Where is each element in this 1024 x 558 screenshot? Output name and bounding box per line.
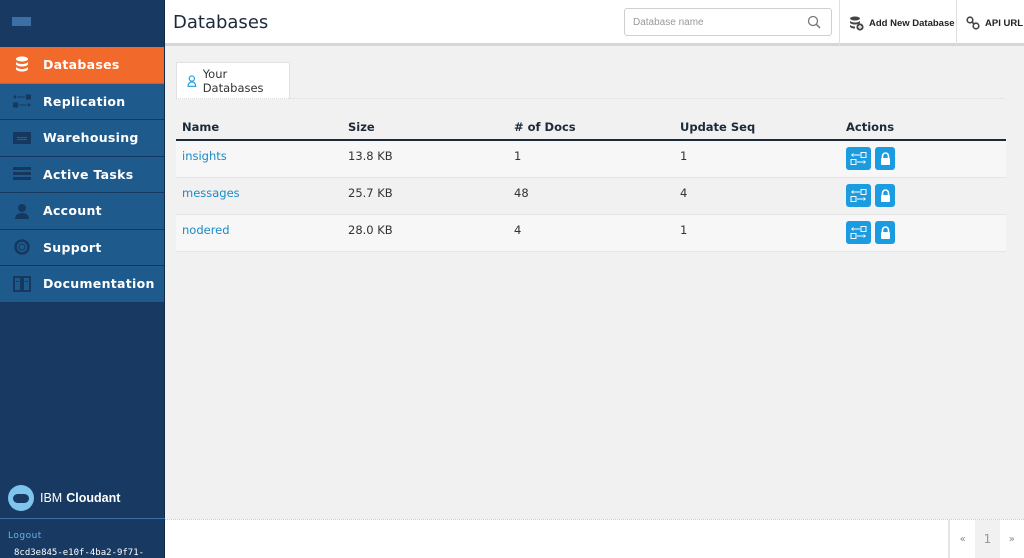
database-icon: [12, 56, 32, 74]
database-doc-count: 1: [514, 149, 522, 163]
table-header: Name Size # of Docs Update Seq Actions: [176, 114, 1006, 141]
database-size: 25.7 KB: [348, 186, 393, 200]
lock-icon: [880, 189, 890, 202]
hamburger-icon: [12, 16, 31, 31]
add-new-database-label: Add New Database: [869, 17, 955, 29]
database-doc-count: 48: [514, 186, 529, 200]
header: Databases Add New Database API URL: [165, 0, 1024, 46]
database-link[interactable]: messages: [182, 186, 240, 200]
lock-icon: [880, 152, 890, 165]
replicate-button[interactable]: [846, 221, 871, 244]
pagination-next[interactable]: »: [1000, 534, 1024, 545]
api-url-label: API URL: [985, 17, 1023, 29]
column-header-docs[interactable]: # of Docs: [508, 120, 674, 134]
replication-icon: [12, 92, 32, 110]
column-header-name[interactable]: Name: [176, 120, 342, 134]
user-icon: [12, 202, 32, 220]
footer: « 1 »: [165, 519, 1024, 558]
database-update-seq: 1: [680, 149, 688, 163]
search-icon[interactable]: [807, 15, 821, 29]
pagination: « 1 »: [948, 520, 1024, 558]
pagination-prev[interactable]: «: [950, 534, 975, 545]
database-link[interactable]: insights: [182, 149, 227, 163]
replicate-button[interactable]: [846, 184, 871, 207]
tasks-icon: [12, 165, 32, 183]
brand-prefix: IBM: [40, 491, 63, 505]
add-new-database-button[interactable]: Add New Database: [839, 0, 956, 46]
database-size: 13.8 KB: [348, 149, 393, 163]
api-url-button[interactable]: API URL: [956, 0, 1024, 46]
sidebar-item-account[interactable]: Account: [0, 193, 164, 230]
menu-toggle[interactable]: [0, 0, 164, 47]
table-row: messages 25.7 KB 48 4: [176, 178, 1006, 215]
sidebar-item-support[interactable]: Support: [0, 229, 164, 266]
permissions-button[interactable]: [875, 221, 895, 244]
replication-icon: [850, 226, 867, 239]
link-icon: [966, 16, 980, 30]
database-link[interactable]: nodered: [182, 223, 230, 237]
databases-table: Name Size # of Docs Update Seq Actions i…: [176, 114, 1006, 252]
tab-your-databases[interactable]: Your Databases: [176, 62, 290, 99]
brand-name: Cloudant: [66, 491, 121, 505]
sidebar-item-label: Databases: [43, 57, 120, 73]
row-actions: [846, 184, 1006, 207]
tab-label: Your Databases: [202, 67, 264, 95]
table-row: nodered 28.0 KB 4 1: [176, 215, 1006, 252]
row-actions: [846, 221, 1006, 244]
replication-icon: [850, 189, 867, 202]
account-id: 8cd3e845-e10f-4ba2-9f71-: [14, 548, 145, 558]
sidebar-item-label: Replication: [43, 93, 126, 109]
table-row: insights 13.8 KB 1 1: [176, 141, 1006, 178]
sidebar-item-label: Active Tasks: [43, 166, 134, 182]
sidebar: Databases Replication Warehousing Active…: [0, 0, 165, 558]
pagination-page[interactable]: 1: [975, 520, 1000, 558]
logout-link[interactable]: Logout: [8, 531, 42, 541]
column-header-update-seq[interactable]: Update Seq: [674, 120, 840, 134]
database-size: 28.0 KB: [348, 223, 393, 237]
row-actions: [846, 147, 1006, 170]
permissions-button[interactable]: [875, 184, 895, 207]
cloudant-logo-icon: [8, 485, 34, 511]
database-update-seq: 4: [680, 186, 688, 200]
lifebuoy-icon: [12, 238, 32, 256]
brand: IBM Cloudant: [8, 485, 120, 511]
replicate-button[interactable]: [846, 147, 871, 170]
sidebar-item-databases[interactable]: Databases: [0, 47, 164, 84]
sidebar-item-label: Warehousing: [43, 130, 139, 146]
column-header-size[interactable]: Size: [342, 120, 508, 134]
sidebar-item-active-tasks[interactable]: Active Tasks: [0, 156, 164, 193]
sidebar-item-documentation[interactable]: Documentation: [0, 266, 164, 303]
sidebar-item-warehousing[interactable]: Warehousing: [0, 120, 164, 157]
warehouse-icon: [12, 129, 32, 147]
permissions-button[interactable]: [875, 147, 895, 170]
sidebar-item-label: Documentation: [43, 276, 155, 292]
sidebar-item-label: Account: [43, 203, 102, 219]
sidebar-item-replication[interactable]: Replication: [0, 83, 164, 120]
database-search-input[interactable]: [625, 9, 800, 35]
replication-icon: [850, 152, 867, 165]
user-icon: [187, 75, 197, 87]
database-doc-count: 4: [514, 223, 522, 237]
database-update-seq: 1: [680, 223, 688, 237]
lock-icon: [880, 226, 890, 239]
page-title: Databases: [173, 12, 269, 33]
add-database-icon: [850, 16, 864, 31]
sidebar-item-label: Support: [43, 239, 102, 255]
search-box: [624, 8, 832, 36]
book-icon: [12, 275, 32, 293]
sidebar-divider: [0, 518, 165, 519]
column-header-actions: Actions: [846, 119, 895, 134]
tab-divider: [176, 98, 1005, 99]
